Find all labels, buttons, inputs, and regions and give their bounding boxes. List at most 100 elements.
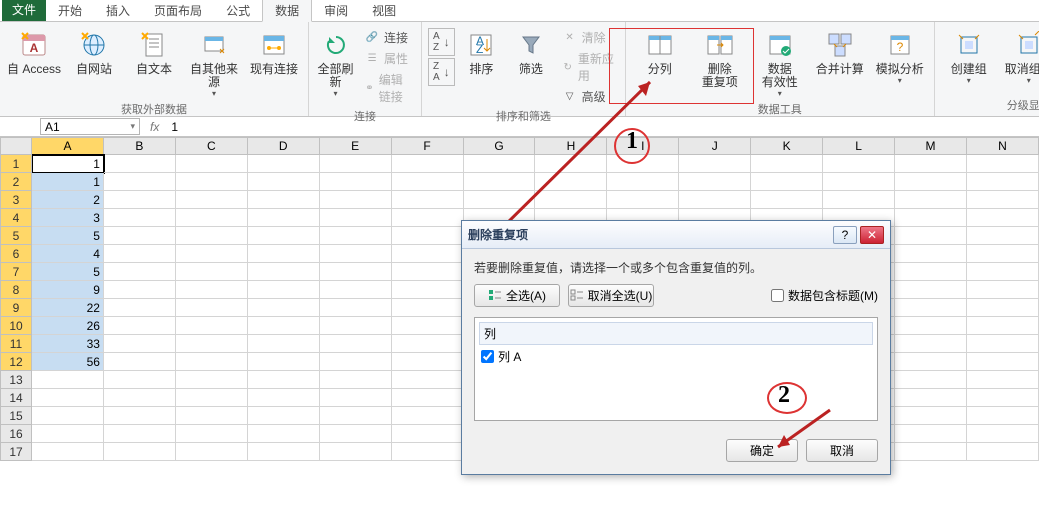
cell[interactable]: [895, 299, 967, 317]
row-header[interactable]: 15: [0, 407, 32, 425]
cell[interactable]: [32, 425, 104, 443]
what-if-button[interactable]: ? 模拟分析 ▾: [872, 24, 928, 86]
cell[interactable]: [176, 407, 248, 425]
cell[interactable]: [104, 299, 176, 317]
cell[interactable]: 2: [32, 191, 104, 209]
connections-button[interactable]: 🔗连接: [360, 28, 415, 47]
cell[interactable]: [392, 155, 464, 173]
cell[interactable]: [248, 227, 320, 245]
tab-insert[interactable]: 插入: [94, 0, 142, 21]
cell[interactable]: [751, 191, 823, 209]
cell[interactable]: [320, 371, 392, 389]
row-header[interactable]: 8: [0, 281, 32, 299]
cell[interactable]: [176, 353, 248, 371]
cell[interactable]: 26: [32, 317, 104, 335]
cell[interactable]: [32, 371, 104, 389]
cell[interactable]: [320, 389, 392, 407]
column-header[interactable]: L: [823, 137, 895, 155]
cell[interactable]: [176, 299, 248, 317]
tab-pagelayout[interactable]: 页面布局: [142, 0, 214, 21]
cell[interactable]: [248, 263, 320, 281]
tab-file[interactable]: 文件: [2, 0, 46, 21]
cell[interactable]: [248, 425, 320, 443]
cell[interactable]: [248, 407, 320, 425]
cell[interactable]: [392, 443, 464, 461]
cell[interactable]: [320, 407, 392, 425]
cell[interactable]: [967, 335, 1039, 353]
cell[interactable]: [104, 371, 176, 389]
cell[interactable]: [967, 371, 1039, 389]
cell[interactable]: 1: [32, 173, 104, 191]
cell[interactable]: [823, 155, 895, 173]
cell[interactable]: [104, 155, 176, 173]
cell[interactable]: [392, 299, 464, 317]
cell[interactable]: [895, 227, 967, 245]
cell[interactable]: [176, 335, 248, 353]
cell[interactable]: [967, 173, 1039, 191]
column-header[interactable]: E: [320, 137, 392, 155]
cell[interactable]: [104, 227, 176, 245]
cell[interactable]: [176, 281, 248, 299]
existing-connections-button[interactable]: 现有连接: [246, 24, 302, 77]
column-header[interactable]: C: [176, 137, 248, 155]
cell[interactable]: [248, 317, 320, 335]
cell[interactable]: [392, 353, 464, 371]
cell[interactable]: [104, 353, 176, 371]
cell[interactable]: [679, 191, 751, 209]
cell[interactable]: [248, 209, 320, 227]
cell[interactable]: [248, 443, 320, 461]
cell[interactable]: [320, 263, 392, 281]
tab-home[interactable]: 开始: [46, 0, 94, 21]
cell[interactable]: [895, 263, 967, 281]
cell[interactable]: [895, 245, 967, 263]
tab-view[interactable]: 视图: [360, 0, 408, 21]
item-checkbox[interactable]: [481, 350, 494, 363]
group-button[interactable]: 创建组 ▾: [941, 24, 997, 86]
cell[interactable]: [248, 299, 320, 317]
cell[interactable]: [895, 335, 967, 353]
cell[interactable]: [392, 425, 464, 443]
cell[interactable]: [967, 443, 1039, 461]
column-header[interactable]: K: [751, 137, 823, 155]
cell[interactable]: [320, 245, 392, 263]
cell[interactable]: [967, 227, 1039, 245]
from-web-button[interactable]: 自网站: [66, 24, 122, 77]
cell[interactable]: [320, 209, 392, 227]
data-validation-button[interactable]: 数据 有效性 ▾: [752, 24, 808, 99]
tab-data[interactable]: 数据: [262, 0, 312, 22]
cell[interactable]: [104, 281, 176, 299]
cell[interactable]: [104, 443, 176, 461]
cell[interactable]: [320, 299, 392, 317]
sort-desc-button[interactable]: ZA↓: [428, 58, 455, 86]
cell[interactable]: 5: [32, 227, 104, 245]
select-all-corner[interactable]: [0, 137, 32, 155]
row-header[interactable]: 10: [0, 317, 32, 335]
from-other-button[interactable]: 自其他来源 ▾: [186, 24, 242, 99]
cell[interactable]: [104, 425, 176, 443]
name-box[interactable]: A1 ▾: [40, 118, 140, 135]
cell[interactable]: 3: [32, 209, 104, 227]
cell[interactable]: 22: [32, 299, 104, 317]
refresh-all-button[interactable]: 全部刷新 ▾: [315, 24, 356, 99]
cell[interactable]: [320, 353, 392, 371]
cell[interactable]: [248, 173, 320, 191]
row-header[interactable]: 5: [0, 227, 32, 245]
cell[interactable]: [32, 389, 104, 407]
cell[interactable]: [967, 389, 1039, 407]
column-header[interactable]: M: [895, 137, 967, 155]
cell[interactable]: [967, 155, 1039, 173]
column-header[interactable]: J: [679, 137, 751, 155]
cell[interactable]: [967, 263, 1039, 281]
cell[interactable]: [104, 317, 176, 335]
cell[interactable]: [392, 209, 464, 227]
cell[interactable]: [320, 317, 392, 335]
cell[interactable]: [176, 263, 248, 281]
row-header[interactable]: 1: [0, 155, 32, 173]
cell[interactable]: [967, 281, 1039, 299]
cell[interactable]: [392, 281, 464, 299]
cell[interactable]: [895, 371, 967, 389]
cell[interactable]: [248, 281, 320, 299]
cell[interactable]: [176, 425, 248, 443]
cell[interactable]: 5: [32, 263, 104, 281]
cell[interactable]: [751, 155, 823, 173]
